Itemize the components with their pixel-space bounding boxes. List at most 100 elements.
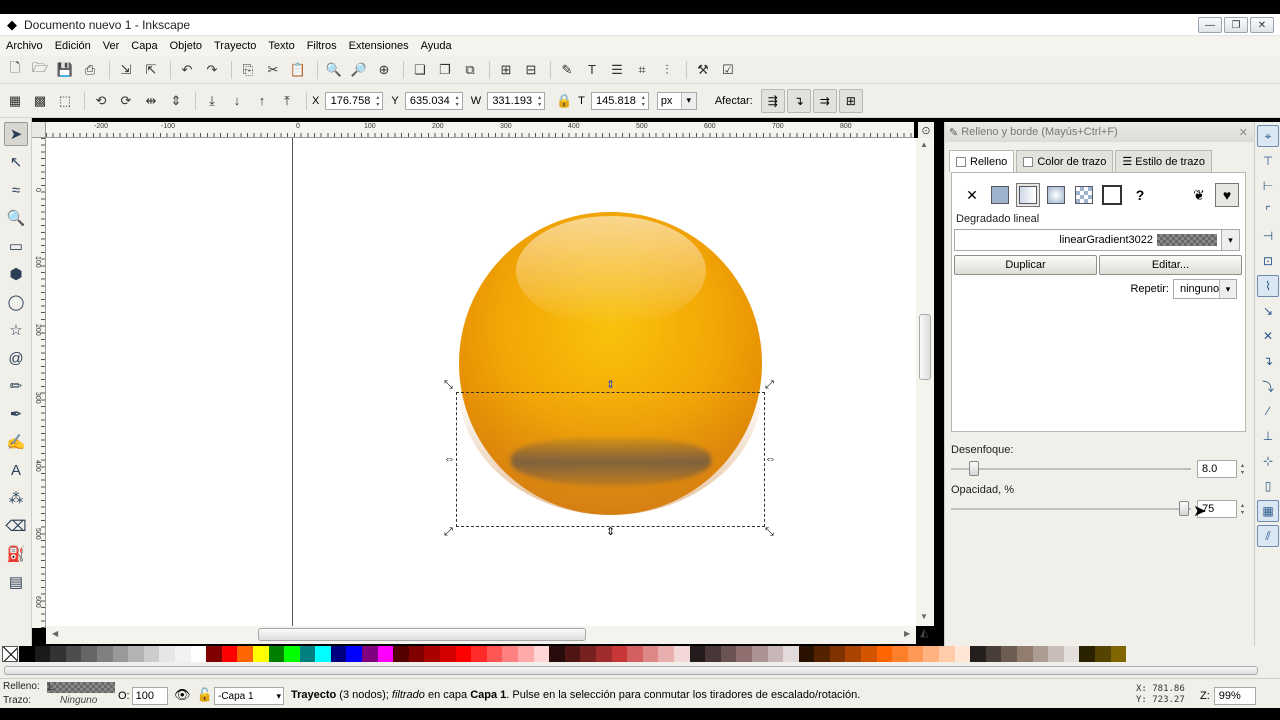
- no-paint-icon[interactable]: ✕: [960, 183, 984, 207]
- horizontal-scroll-thumb[interactable]: [258, 628, 586, 641]
- palette-swatch[interactable]: [1032, 646, 1049, 662]
- affect-corners-icon[interactable]: ↴: [786, 88, 811, 113]
- horizontal-scrollbar[interactable]: ◀ ▶: [46, 626, 916, 644]
- palette-swatch[interactable]: [112, 646, 129, 662]
- node-tool-icon[interactable]: ↖: [4, 150, 28, 174]
- palette-swatch[interactable]: [1110, 646, 1127, 662]
- xml-editor-icon[interactable]: ⌗: [631, 59, 653, 81]
- snap-nodes-icon[interactable]: ⌇: [1257, 275, 1279, 297]
- snap-grids-icon[interactable]: ▦: [1257, 500, 1279, 522]
- snap-intersections-icon[interactable]: ✕: [1257, 325, 1279, 347]
- snap-guides-icon[interactable]: ⫽: [1257, 525, 1279, 547]
- palette-swatch[interactable]: [798, 646, 815, 662]
- zoom-correction-icon[interactable]: ⊙: [918, 122, 934, 138]
- no-color-swatch[interactable]: [2, 646, 18, 662]
- export-icon[interactable]: ⇱: [140, 59, 162, 81]
- palette-swatch[interactable]: [1079, 646, 1095, 662]
- text-font-icon[interactable]: T: [581, 59, 603, 81]
- snap-smooth-nodes-icon[interactable]: ⤵: [1257, 375, 1279, 397]
- lower-icon[interactable]: ↓: [226, 90, 248, 112]
- snap-object-centers-icon[interactable]: ⊥: [1257, 425, 1279, 447]
- scale-handle-ne[interactable]: ⤢: [765, 380, 774, 391]
- h-input[interactable]: 145.818: [590, 91, 649, 110]
- w-input[interactable]: 331.193: [487, 91, 546, 110]
- affect-pattern-icon[interactable]: ⊞: [838, 88, 863, 113]
- scale-handle-w[interactable]: ⇔: [444, 454, 455, 465]
- palette-swatch[interactable]: [1001, 646, 1017, 662]
- palette-swatch[interactable]: [767, 646, 784, 662]
- palette-swatch[interactable]: [221, 646, 238, 662]
- zoom-input[interactable]: 99%: [1213, 687, 1256, 705]
- snap-bbox-midpoints-icon[interactable]: ⊣: [1257, 225, 1279, 247]
- menu-extensiones[interactable]: Extensiones: [349, 40, 409, 52]
- zoom-tool-icon[interactable]: 🔍: [4, 206, 28, 230]
- palette-swatch[interactable]: [143, 646, 160, 662]
- opacity-slider-knob[interactable]: [1178, 501, 1189, 516]
- palette-swatch[interactable]: [96, 646, 113, 662]
- gradient-tool-icon[interactable]: ▤: [4, 570, 28, 594]
- raise-icon[interactable]: ↑: [251, 90, 273, 112]
- palette-swatch[interactable]: [876, 646, 893, 662]
- flat-color-icon[interactable]: [988, 183, 1012, 207]
- snap-toggle-icon[interactable]: ⌖: [1257, 125, 1279, 147]
- palette-swatch[interactable]: [814, 646, 830, 662]
- menu-ayuda[interactable]: Ayuda: [421, 40, 452, 52]
- vertical-ruler[interactable]: 0 100 200 300 400 500 600: [32, 138, 46, 628]
- snap-bbox-centers-icon[interactable]: ⊡: [1257, 250, 1279, 272]
- opacity-slider[interactable]: [951, 501, 1191, 516]
- palette-swatch[interactable]: [377, 646, 394, 662]
- new-document-icon[interactable]: 🗋: [4, 59, 26, 81]
- palette-swatch[interactable]: [673, 646, 690, 662]
- palette-swatch[interactable]: [923, 646, 940, 662]
- palette-swatch[interactable]: [393, 646, 409, 662]
- select-all-icon[interactable]: ▦: [4, 90, 26, 112]
- blur-slider[interactable]: [951, 461, 1191, 476]
- print-icon[interactable]: ⎙: [79, 59, 101, 81]
- lower-bottom-icon[interactable]: ⤓: [201, 90, 223, 112]
- paint-bucket-tool-icon[interactable]: ⛽: [4, 542, 28, 566]
- zoom-page-icon[interactable]: ⊕: [373, 59, 395, 81]
- palette-swatch[interactable]: [252, 646, 269, 662]
- palette-swatch[interactable]: [861, 646, 877, 662]
- zoom-drawing-icon[interactable]: 🔎: [348, 59, 370, 81]
- palette-swatch[interactable]: [658, 646, 674, 662]
- status-fill-swatch[interactable]: L: [47, 682, 115, 693]
- edit-gradient-button[interactable]: Editar...: [1099, 255, 1242, 275]
- star-tool-icon[interactable]: ☆: [4, 318, 28, 342]
- group-icon[interactable]: ⊞: [495, 59, 517, 81]
- palette-swatch[interactable]: [533, 646, 550, 662]
- palette-swatch[interactable]: [829, 646, 846, 662]
- menu-texto[interactable]: Texto: [268, 40, 294, 52]
- flip-horizontal-icon[interactable]: ⇹: [140, 90, 162, 112]
- palette-swatch[interactable]: [564, 646, 581, 662]
- ungroup-icon[interactable]: ⊟: [520, 59, 542, 81]
- menu-ver[interactable]: Ver: [103, 40, 120, 52]
- affect-gradient-icon[interactable]: ⇉: [812, 88, 837, 113]
- y-input[interactable]: 635.034: [404, 91, 463, 110]
- spray-tool-icon[interactable]: ⁂: [4, 486, 28, 510]
- fill-rule-nonzero-icon[interactable]: ♥: [1215, 183, 1239, 207]
- rotate-cw-icon[interactable]: ⟳: [115, 90, 137, 112]
- tweak-tool-icon[interactable]: ≈: [4, 178, 28, 202]
- palette-swatch[interactable]: [1063, 646, 1080, 662]
- pencil-tool-icon[interactable]: ✏: [4, 374, 28, 398]
- redo-icon[interactable]: ↷: [201, 59, 223, 81]
- menu-edicion[interactable]: Edición: [55, 40, 91, 52]
- scale-handle-nw[interactable]: ⤡: [444, 380, 453, 391]
- fill-stroke-icon[interactable]: ✎: [556, 59, 578, 81]
- repeat-select[interactable]: ninguno: [1173, 279, 1237, 299]
- gradient-select[interactable]: linearGradient3022 ▾: [954, 229, 1240, 251]
- status-stroke-value[interactable]: Ninguno: [60, 695, 97, 706]
- palette-swatch[interactable]: [346, 646, 363, 662]
- unset-paint-icon[interactable]: ?: [1128, 183, 1152, 207]
- pattern-icon[interactable]: [1072, 183, 1096, 207]
- palette-swatch[interactable]: [1048, 646, 1064, 662]
- snap-rotation-centers-icon[interactable]: ⊹: [1257, 450, 1279, 472]
- status-opacity-input[interactable]: 100: [131, 687, 168, 705]
- preferences-icon[interactable]: ⚒: [692, 59, 714, 81]
- palette-swatch[interactable]: [845, 646, 862, 662]
- undo-icon[interactable]: ↶: [176, 59, 198, 81]
- linear-gradient-icon[interactable]: [1016, 183, 1040, 207]
- palette-swatch[interactable]: [440, 646, 456, 662]
- tab-stroke-style[interactable]: ☰ Estilo de trazo: [1115, 150, 1212, 172]
